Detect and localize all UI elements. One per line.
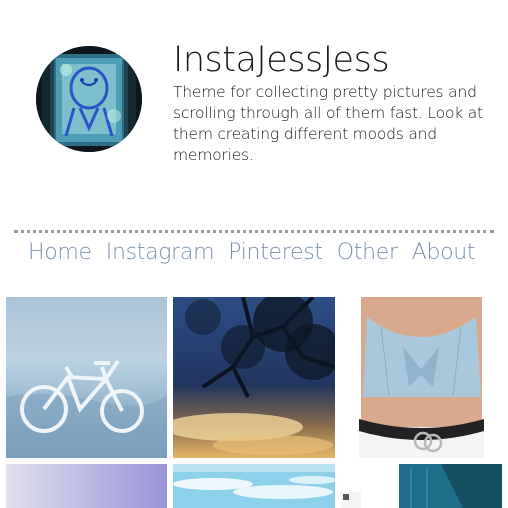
nav-link-about[interactable]: About (412, 240, 476, 265)
nav-link-instagram[interactable]: Instagram (106, 240, 215, 265)
fashion-photo-icon (341, 297, 502, 458)
tree-sky-photo-icon (173, 297, 335, 458)
photo-tile-bicycle[interactable] (6, 297, 167, 458)
blog-page: InstaJessJess Theme for collecting prett… (0, 0, 508, 508)
avatar[interactable] (36, 46, 142, 152)
photo-tile-fashion[interactable] (341, 297, 502, 458)
bicycle-photo-icon (6, 297, 167, 458)
nav-link-home[interactable]: Home (28, 240, 92, 265)
photo-tile-tree-sky[interactable] (173, 297, 335, 458)
building-photo-icon (341, 464, 502, 508)
blog-description: Theme for collecting pretty pictures and… (173, 83, 483, 164)
nav-link-other[interactable]: Other (337, 240, 398, 265)
avatar-drawing-icon (36, 46, 142, 152)
main-nav: Home Instagram Pinterest Other About (28, 240, 476, 265)
photo-tile-gradient[interactable] (6, 464, 167, 508)
nav-link-pinterest[interactable]: Pinterest (228, 240, 323, 265)
blog-title[interactable]: InstaJessJess (173, 41, 390, 80)
photo-tile-building[interactable] (341, 464, 502, 508)
gradient-photo-icon (6, 464, 167, 508)
photo-tile-sky-clouds[interactable] (173, 464, 335, 508)
sky-clouds-photo-icon (173, 464, 335, 508)
dotted-divider (14, 230, 494, 233)
